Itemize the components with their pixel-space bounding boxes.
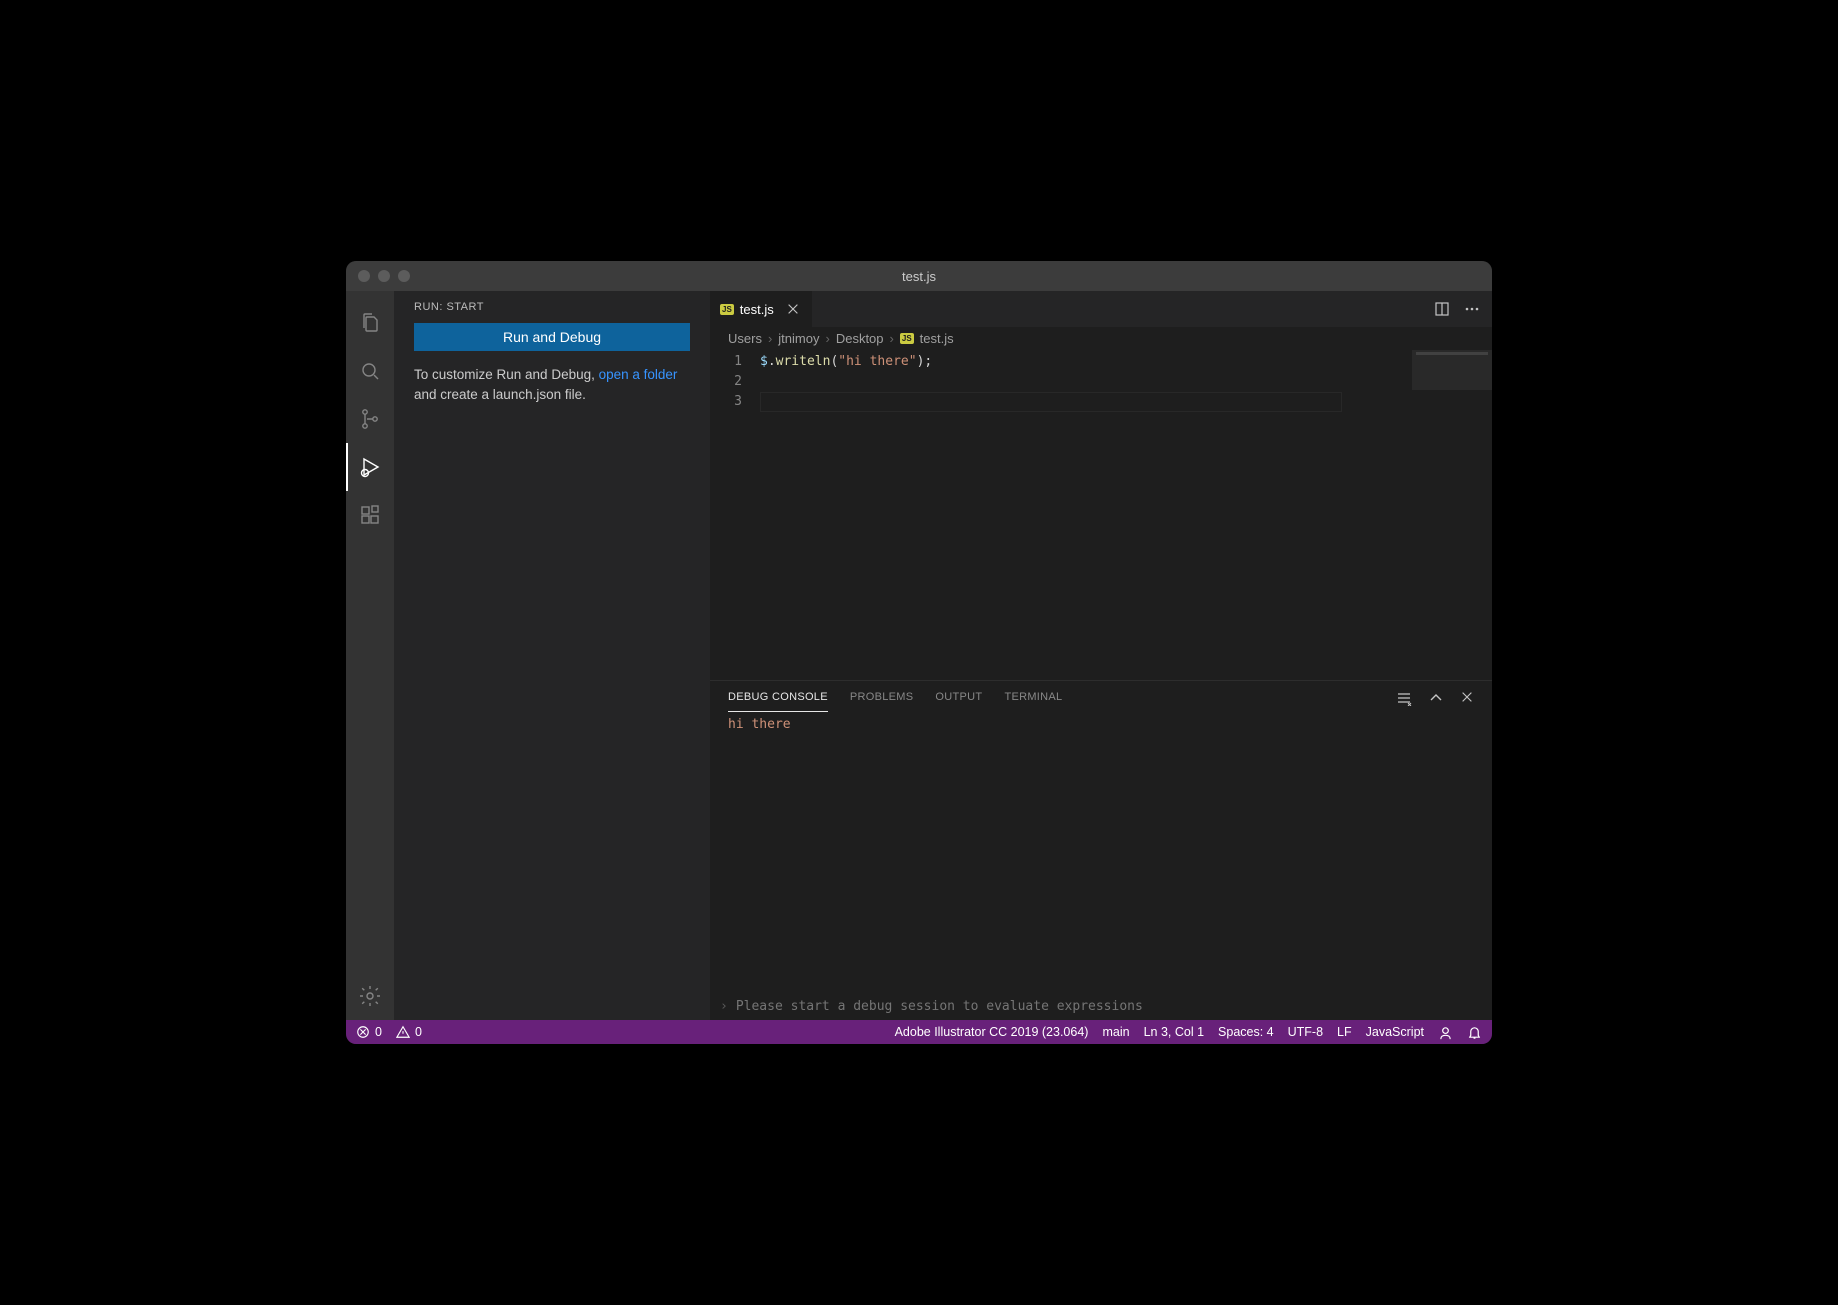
code-content[interactable]: $.writeln("hi there"); [760, 350, 1412, 680]
search-icon[interactable] [346, 347, 394, 395]
panel-tab-problems[interactable]: PROBLEMS [850, 683, 914, 712]
settings-gear-icon[interactable] [346, 972, 394, 1020]
tab-label: test.js [740, 302, 774, 317]
close-panel-icon[interactable] [1460, 690, 1474, 706]
close-window-button[interactable] [358, 270, 370, 282]
editor-group: JS test.js Users [710, 291, 1492, 1020]
panel-tab-output[interactable]: OUTPUT [935, 683, 982, 712]
vscode-window: test.js RUN: [346, 261, 1492, 1044]
minimize-window-button[interactable] [378, 270, 390, 282]
sidebar-desc-prefix: To customize Run and Debug, [414, 367, 599, 382]
status-branch[interactable]: main [1102, 1025, 1129, 1039]
panel-tab-debug-console[interactable]: DEBUG CONSOLE [728, 683, 828, 712]
error-count: 0 [375, 1025, 382, 1039]
split-editor-icon[interactable] [1434, 301, 1450, 317]
status-bar: 0 0 Adobe Illustrator CC 2019 (23.064) m… [346, 1020, 1492, 1044]
titlebar: test.js [346, 261, 1492, 291]
status-warnings[interactable]: 0 [396, 1025, 422, 1039]
maximize-window-button[interactable] [398, 270, 410, 282]
panel-tab-terminal[interactable]: TERMINAL [1004, 683, 1062, 712]
line-number: 3 [710, 392, 760, 412]
window-title: test.js [902, 269, 936, 284]
code-editor[interactable]: 1 2 3 $.writeln("hi there"); [710, 350, 1492, 680]
run-debug-icon[interactable] [346, 443, 394, 491]
panel-tabs: DEBUG CONSOLE PROBLEMS OUTPUT TERMINAL [710, 681, 1492, 715]
open-folder-link[interactable]: open a folder [599, 367, 678, 382]
warning-count: 0 [415, 1025, 422, 1039]
minimap[interactable] [1412, 350, 1492, 680]
notifications-bell-icon[interactable] [1467, 1025, 1482, 1040]
status-language[interactable]: JavaScript [1366, 1025, 1424, 1039]
feedback-icon[interactable] [1438, 1025, 1453, 1040]
sidebar-description: To customize Run and Debug, open a folde… [414, 365, 690, 406]
line-number: 2 [710, 372, 760, 392]
chevron-right-icon: › [825, 331, 829, 346]
source-control-icon[interactable] [346, 395, 394, 443]
clear-console-icon[interactable] [1396, 690, 1412, 706]
status-encoding[interactable]: UTF-8 [1288, 1025, 1323, 1039]
breadcrumb-segment[interactable]: test.js [920, 331, 954, 346]
editor-tabs: JS test.js [710, 291, 1492, 327]
debug-console-output: hi there [710, 715, 1492, 997]
sidebar-desc-suffix: and create a launch.json file. [414, 387, 586, 402]
status-eol[interactable]: LF [1337, 1025, 1352, 1039]
js-file-icon: JS [900, 333, 914, 344]
collapse-panel-icon[interactable] [1428, 690, 1444, 706]
breadcrumb-segment[interactable]: Users [728, 331, 762, 346]
js-file-icon: JS [720, 304, 734, 315]
traffic-lights [346, 270, 410, 282]
close-tab-icon[interactable] [784, 300, 802, 318]
status-cursor[interactable]: Ln 3, Col 1 [1144, 1025, 1204, 1039]
minimap-slider[interactable] [1412, 350, 1492, 390]
breadcrumb-segment[interactable]: Desktop [836, 331, 884, 346]
debug-console-input[interactable] [736, 999, 1482, 1014]
status-host[interactable]: Adobe Illustrator CC 2019 (23.064) [895, 1025, 1089, 1039]
bottom-panel: DEBUG CONSOLE PROBLEMS OUTPUT TERMINAL [710, 680, 1492, 1020]
debug-console-input-row: › [710, 997, 1492, 1020]
extensions-icon[interactable] [346, 491, 394, 539]
activity-bar [346, 291, 394, 1020]
prompt-chevron-icon: › [720, 999, 728, 1014]
sidebar-header: RUN: START [394, 291, 710, 323]
current-line-highlight [760, 392, 1342, 412]
console-line: hi there [728, 717, 791, 732]
run-sidebar: RUN: START Run and Debug To customize Ru… [394, 291, 710, 1020]
status-spaces[interactable]: Spaces: 4 [1218, 1025, 1274, 1039]
breadcrumb[interactable]: Users › jtnimoy › Desktop › JS test.js [710, 327, 1492, 350]
run-and-debug-button[interactable]: Run and Debug [414, 323, 690, 351]
explorer-icon[interactable] [346, 299, 394, 347]
line-number-gutter: 1 2 3 [710, 350, 760, 680]
line-number: 1 [710, 352, 760, 372]
status-errors[interactable]: 0 [356, 1025, 382, 1039]
more-actions-icon[interactable] [1464, 301, 1480, 317]
tab-test-js[interactable]: JS test.js [710, 291, 813, 327]
chevron-right-icon: › [890, 331, 894, 346]
chevron-right-icon: › [768, 331, 772, 346]
breadcrumb-segment[interactable]: jtnimoy [778, 331, 819, 346]
